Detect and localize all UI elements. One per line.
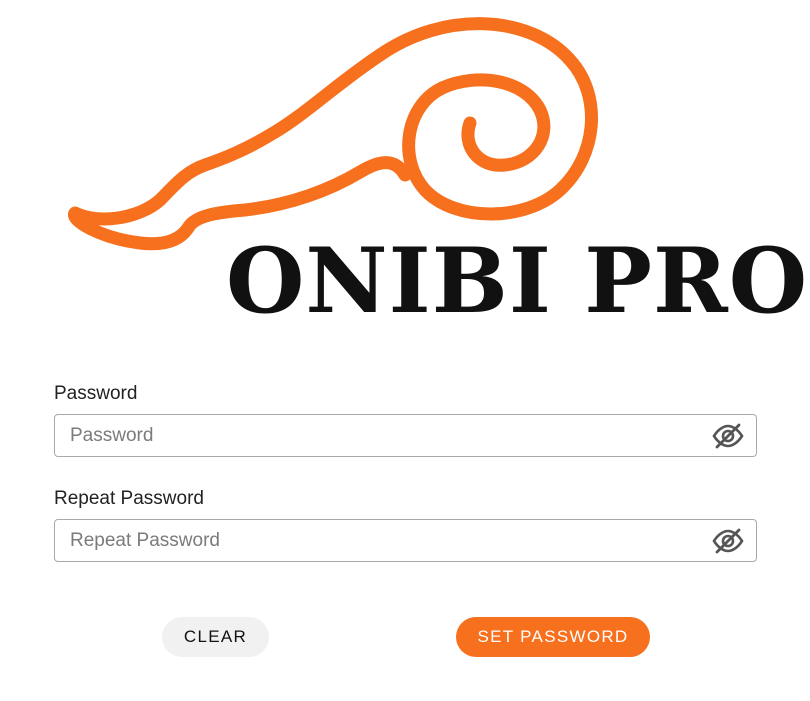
set-password-page: ONIBI PRO Password Repeat Password CLEAR…	[0, 0, 810, 701]
password-input[interactable]	[55, 415, 695, 456]
repeat-password-label: Repeat Password	[54, 488, 204, 509]
set-password-button[interactable]: SET PASSWORD	[456, 617, 650, 657]
brand-logo-text: ONIBI PRO	[226, 228, 809, 334]
repeat-password-input[interactable]	[55, 520, 695, 561]
eye-slash-icon[interactable]	[712, 423, 744, 449]
eye-slash-icon[interactable]	[712, 528, 744, 554]
password-field	[54, 414, 757, 457]
password-label: Password	[54, 383, 138, 404]
repeat-password-field	[54, 519, 757, 562]
clear-button[interactable]: CLEAR	[162, 617, 269, 657]
